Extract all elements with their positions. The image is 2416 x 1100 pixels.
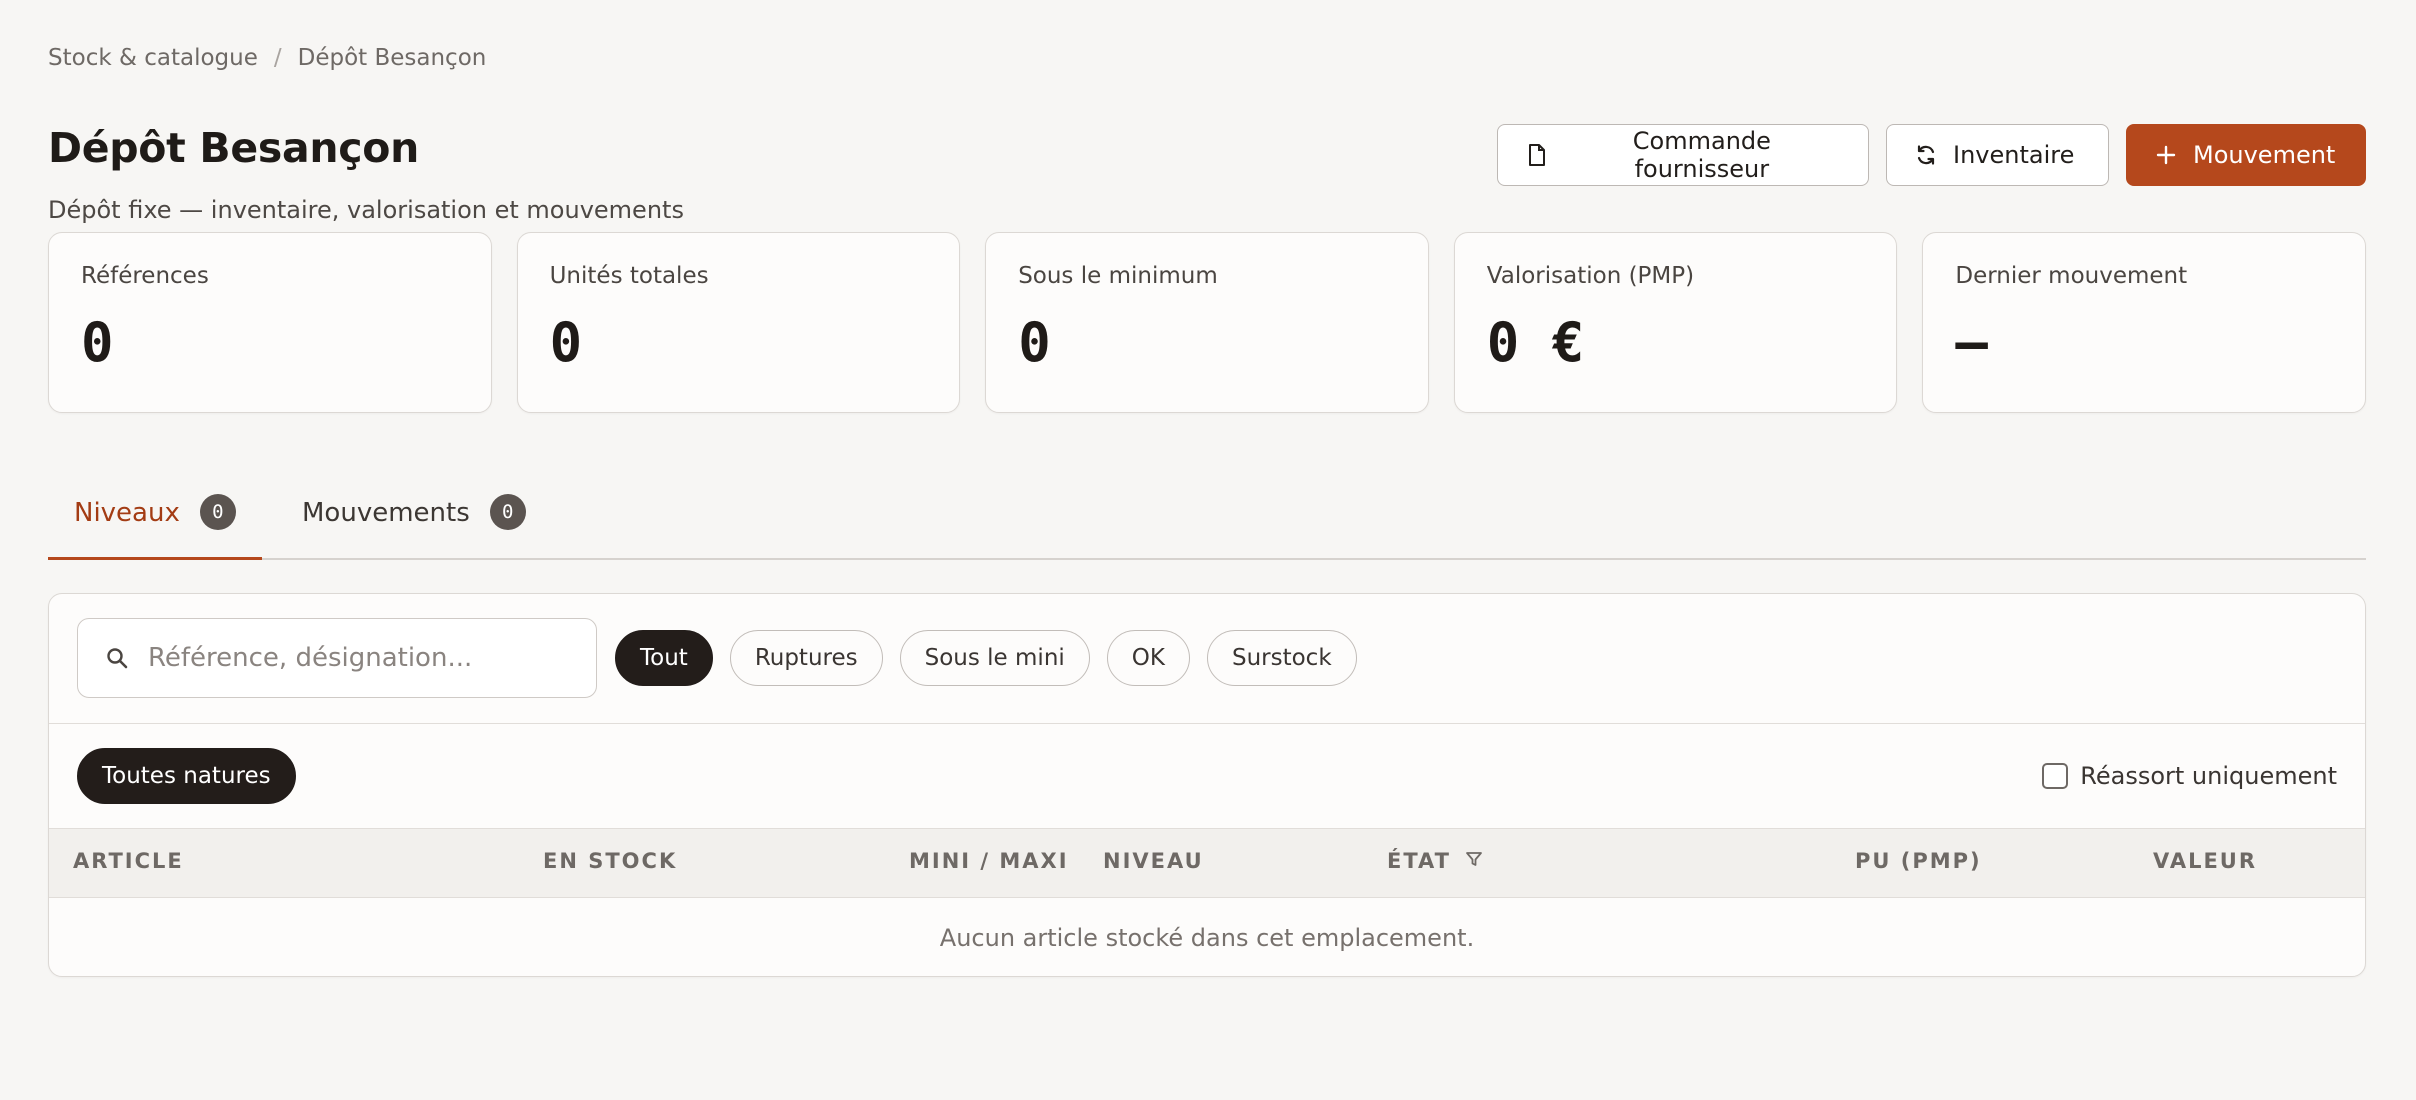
stat-card-total-units: Unités totales 0 <box>516 232 961 413</box>
breadcrumb-separator: / <box>273 45 282 71</box>
stat-value: — <box>1955 311 1988 374</box>
supplier-order-label: Commande fournisseur <box>1632 127 1771 183</box>
search-box <box>77 618 597 698</box>
refresh-icon <box>1915 144 1937 166</box>
column-header-value[interactable]: VALEUR <box>2153 849 2257 873</box>
movement-button[interactable]: Mouvement <box>2126 124 2366 186</box>
stat-label: Sous le minimum <box>1018 263 1218 289</box>
header-actions: Commande fournisseur Inventaire Mouvemen… <box>1497 124 2366 186</box>
chip-overstock[interactable]: Surstock <box>1206 630 1357 686</box>
tab-count-badge: 0 <box>199 494 236 530</box>
chip-all-natures[interactable]: Toutes natures <box>77 748 296 804</box>
stat-label: Dernier mouvement <box>1955 263 2188 289</box>
breadcrumb-current: Dépôt Besançon <box>297 45 487 71</box>
chip-below-min[interactable]: Sous le mini <box>899 630 1090 686</box>
stat-value: 0 <box>1018 311 1051 374</box>
column-header-unit-price[interactable]: PU (PMP) <box>1855 849 1982 873</box>
page-header: Dépôt Besançon Dépôt fixe — inventaire, … <box>48 76 2366 224</box>
chip-ok[interactable]: OK <box>1106 630 1190 686</box>
tab-bar: Niveaux 0 Mouvements 0 <box>48 450 2366 560</box>
tab-label: Mouvements <box>302 498 470 528</box>
column-header-state[interactable]: ÉTAT <box>1387 849 1483 873</box>
page-subtitle: Dépôt fixe — inventaire, valorisation et… <box>48 196 684 224</box>
movement-label: Mouvement <box>2193 141 2336 169</box>
column-header-min-max[interactable]: MINI / MAXI <box>909 849 1069 873</box>
column-header-level[interactable]: NIVEAU <box>1103 849 1204 873</box>
column-header-state-label: ÉTAT <box>1387 849 1451 873</box>
document-icon <box>1526 144 1548 166</box>
nature-filter-row: Toutes natures Réassort uniquement <box>49 724 2365 828</box>
supplier-order-button[interactable]: Commande fournisseur <box>1497 124 1869 186</box>
stock-levels-panel: Tout Ruptures Sous le mini OK Surstock T… <box>48 593 2366 977</box>
table-header: ARTICLE EN STOCK MINI / MAXI NIVEAU ÉTAT… <box>49 828 2365 898</box>
tab-count-badge: 0 <box>489 494 526 530</box>
chip-all[interactable]: Tout <box>615 630 713 686</box>
chip-stockouts[interactable]: Ruptures <box>729 630 883 686</box>
stat-value: 0 € <box>1486 311 1585 374</box>
search-input[interactable] <box>148 643 548 673</box>
stat-label: Valorisation (PMP) <box>1486 263 1695 289</box>
tab-label: Niveaux <box>74 498 180 528</box>
stats-row: Références 0 Unités totales 0 Sous le mi… <box>48 232 2366 413</box>
stat-card-references: Références 0 <box>48 232 492 413</box>
plus-icon <box>2155 144 2177 166</box>
reassort-toggle[interactable]: Réassort uniquement <box>2042 762 2337 790</box>
reassort-label: Réassort uniquement <box>2080 762 2337 790</box>
stat-label: Unités totales <box>549 263 709 289</box>
breadcrumb: Stock & catalogue / Dépôt Besançon <box>48 40 2366 76</box>
tab-movements[interactable]: Mouvements 0 <box>280 494 548 560</box>
status-filter-chips: Tout Ruptures Sous le mini OK Surstock <box>615 630 1357 686</box>
table-empty-state: Aucun article stocké dans cet emplacemen… <box>939 924 1475 952</box>
reassort-checkbox[interactable] <box>2042 763 2069 789</box>
stat-card-valuation: Valorisation (PMP) 0 € <box>1453 232 1898 413</box>
breadcrumb-parent-link[interactable]: Stock & catalogue <box>48 45 258 71</box>
filter-row: Tout Ruptures Sous le mini OK Surstock <box>49 594 2365 724</box>
search-icon <box>106 647 128 669</box>
tab-levels[interactable]: Niveaux 0 <box>48 494 262 560</box>
stat-card-below-minimum: Sous le minimum 0 <box>985 232 1429 413</box>
column-header-in-stock[interactable]: EN STOCK <box>543 849 677 873</box>
stat-label: Références <box>81 263 209 289</box>
stat-value: 0 <box>81 311 114 374</box>
page: Stock & catalogue / Dépôt Besançon Dépôt… <box>48 40 2366 977</box>
stat-card-last-movement: Dernier mouvement — <box>1922 232 2366 413</box>
inventory-label: Inventaire <box>1953 141 2075 169</box>
stat-value: 0 <box>549 311 583 374</box>
column-header-article[interactable]: ARTICLE <box>73 849 184 873</box>
inventory-button[interactable]: Inventaire <box>1886 124 2109 186</box>
filter-icon[interactable] <box>1465 849 1483 873</box>
page-title: Dépôt Besançon <box>48 124 420 172</box>
